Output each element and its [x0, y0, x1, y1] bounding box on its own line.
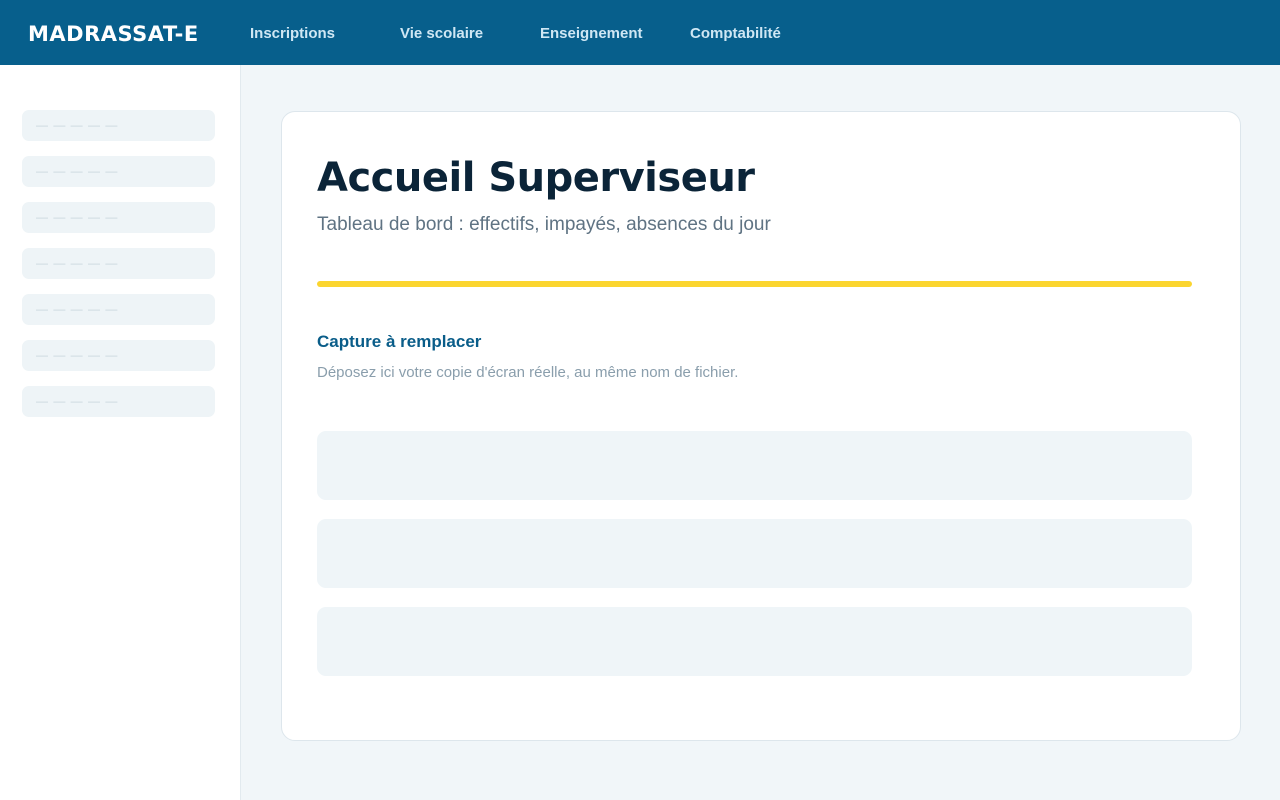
main-card: Accueil Superviseur Tableau de bord : ef…: [281, 111, 1241, 741]
sidebar-item[interactable]: — — — — —: [22, 248, 215, 279]
sidebar-item-label: — — — — —: [36, 256, 119, 270]
placeholder-block: [317, 519, 1192, 588]
capture-title: Capture à remplacer: [317, 332, 482, 351]
sidebar-item-label: — — — — —: [36, 302, 119, 316]
nav-item-vie-scolaire[interactable]: Vie scolaire: [400, 0, 483, 65]
sidebar-item[interactable]: — — — — —: [22, 386, 215, 417]
accent-divider: [317, 281, 1192, 287]
brand-logo[interactable]: MADRASSAT-E: [28, 0, 199, 65]
page-title: Accueil Superviseur: [317, 155, 755, 201]
nav-item-inscriptions[interactable]: Inscriptions: [250, 0, 335, 65]
sidebar: — — — — — — — — — — — — — — — — — — — — …: [0, 65, 241, 800]
nav-item-comptabilite[interactable]: Comptabilité: [690, 0, 781, 65]
page-subtitle: Tableau de bord : effectifs, impayés, ab…: [317, 214, 771, 235]
sidebar-item-label: — — — — —: [36, 118, 119, 132]
top-navbar: MADRASSAT-E Inscriptions Vie scolaire En…: [0, 0, 1280, 65]
sidebar-item[interactable]: — — — — —: [22, 340, 215, 371]
sidebar-item[interactable]: — — — — —: [22, 110, 215, 141]
placeholder-block: [317, 607, 1192, 676]
sidebar-item-label: — — — — —: [36, 348, 119, 362]
sidebar-item[interactable]: — — — — —: [22, 156, 215, 187]
sidebar-item-label: — — — — —: [36, 394, 119, 408]
sidebar-item-label: — — — — —: [36, 164, 119, 178]
sidebar-item[interactable]: — — — — —: [22, 294, 215, 325]
capture-description: Déposez ici votre copie d'écran réelle, …: [317, 364, 739, 381]
placeholder-block: [317, 431, 1192, 500]
nav-item-enseignement[interactable]: Enseignement: [540, 0, 643, 65]
sidebar-item-label: — — — — —: [36, 210, 119, 224]
sidebar-item[interactable]: — — — — —: [22, 202, 215, 233]
